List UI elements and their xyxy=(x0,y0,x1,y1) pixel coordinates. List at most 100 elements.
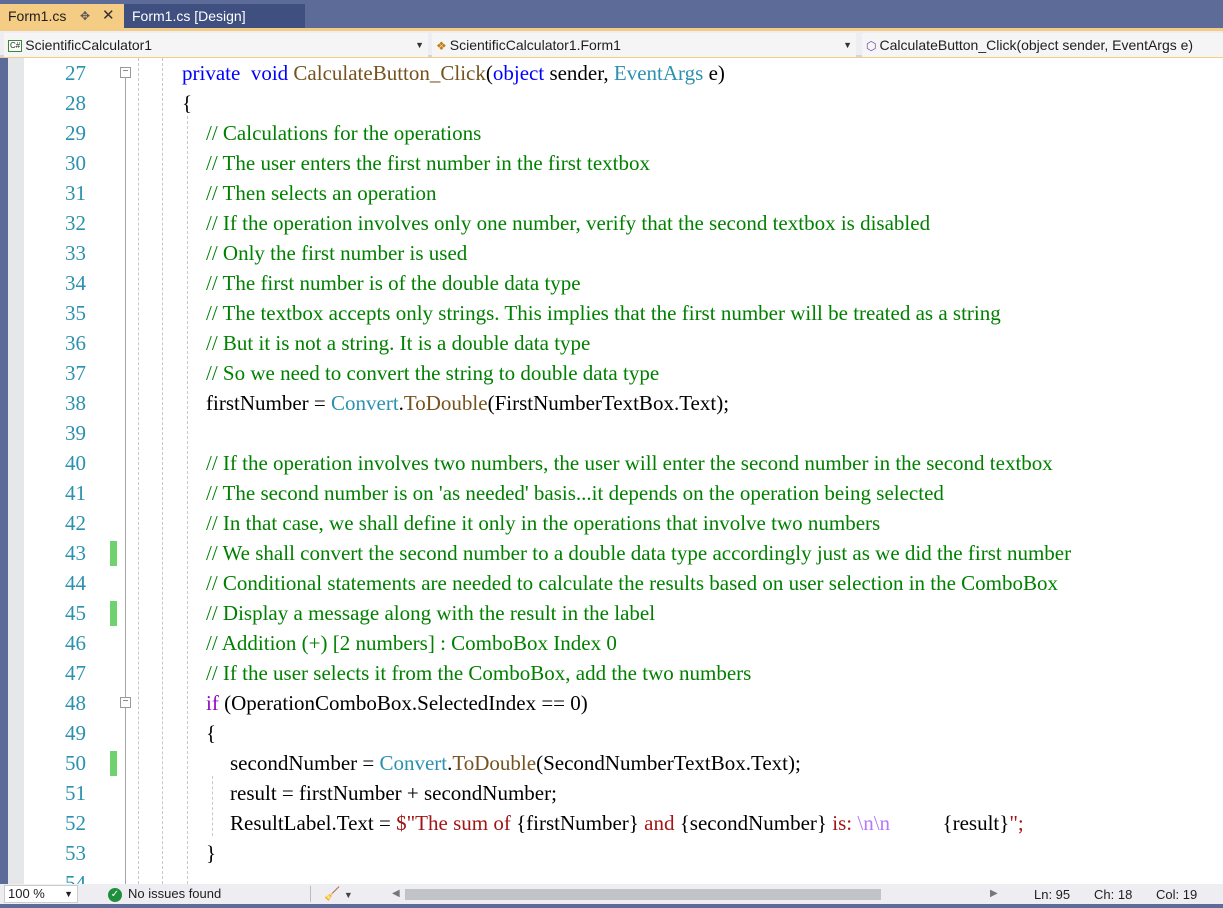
scroll-left-arrow[interactable]: ◀ xyxy=(392,884,400,904)
tab-form1-design[interactable]: Form1.cs [Design] xyxy=(124,4,305,28)
collapse-icon[interactable]: − xyxy=(120,697,131,708)
code-line[interactable]: 53} xyxy=(0,838,1223,868)
code-line[interactable]: 28 { xyxy=(0,88,1223,118)
line-number: 44 xyxy=(65,571,86,595)
code-token: {firstNumber} xyxy=(516,811,639,835)
code-token: $"The sum of xyxy=(396,811,517,835)
code-line[interactable]: 34 // The first number is of the double d… xyxy=(0,268,1223,298)
code-token: // The second number is on 'as needed' b… xyxy=(206,481,944,505)
code-line[interactable]: 27 − private void CalculateButton_Click(ob… xyxy=(0,58,1223,88)
code-line[interactable]: 49 { xyxy=(0,718,1223,748)
code-line[interactable]: 41 // The second number is on 'as needed'… xyxy=(0,478,1223,508)
code-token: {result} xyxy=(942,811,1010,835)
divider xyxy=(310,886,311,902)
code-line[interactable]: 52 ResultLabel.Text = $"The sum of {first… xyxy=(0,808,1223,838)
code-token: { xyxy=(182,91,193,115)
code-token: private xyxy=(182,61,241,85)
code-line[interactable]: 33 // Only the first number is used xyxy=(0,238,1223,268)
change-marker xyxy=(110,751,117,776)
member-label: CalculateButton_Click(object sender, Eve… xyxy=(879,37,1194,53)
line-number: 47 xyxy=(65,661,86,685)
code-line[interactable]: 39 xyxy=(0,418,1223,448)
project-dropdown[interactable]: C# ScientificCalculator1 ▼ xyxy=(4,33,428,57)
pin-icon[interactable]: ✥ xyxy=(80,4,90,28)
code-line[interactable]: 50 secondNumber = Convert.ToDouble(Second… xyxy=(0,748,1223,778)
issues-indicator[interactable]: ✓ No issues found xyxy=(108,884,221,904)
code-text: { xyxy=(206,718,216,748)
code-token: // In that case, we shall define it only… xyxy=(206,511,881,535)
code-line[interactable]: 42 // In that case, we shall define it on… xyxy=(0,508,1223,538)
navigation-bar: C# ScientificCalculator1 ▼ ❖ ScientificCal… xyxy=(0,28,1223,58)
code-line[interactable]: 38 firstNumber = Convert.ToDouble(FirstNu… xyxy=(0,388,1223,418)
line-number: 41 xyxy=(65,481,86,505)
code-token: // If the user selects it from the Combo… xyxy=(206,661,752,685)
code-line[interactable]: 30 // The user enters the first number in… xyxy=(0,148,1223,178)
chevron-down-icon: ▼ xyxy=(843,40,852,50)
csharp-project-icon: C# xyxy=(8,40,23,53)
code-token: e) xyxy=(703,61,725,85)
line-number: 43 xyxy=(65,541,86,565)
project-label: ScientificCalculator1 xyxy=(25,37,153,53)
close-icon[interactable]: ✕ xyxy=(102,4,115,28)
code-text: // The textbox accepts only strings. Thi… xyxy=(206,298,1001,328)
tab-form1-cs[interactable]: Form1.cs ✥ ✕ xyxy=(0,4,124,28)
line-number: 48 xyxy=(65,691,86,715)
code-line[interactable]: 51 result = firstNumber + secondNumber; xyxy=(0,778,1223,808)
member-dropdown[interactable]: ⬡ CalculateButton_Click(object sender, Ev… xyxy=(862,33,1223,57)
code-line[interactable]: 44 // Conditional statements are needed t… xyxy=(0,568,1223,598)
code-token: (OperationComboBox.SelectedIndex == 0) xyxy=(218,691,588,715)
code-text: firstNumber = Convert.ToDouble(FirstNumb… xyxy=(206,388,729,418)
line-number: 45 xyxy=(65,601,86,625)
chevron-down-icon: ▼ xyxy=(64,889,73,899)
code-cleanup-button[interactable]: 🧹 ▼ xyxy=(324,884,353,905)
tab-label: Form1.cs xyxy=(8,8,67,24)
code-line[interactable]: 45 // Display a message along with the re… xyxy=(0,598,1223,628)
code-text: // Conditional statements are needed to … xyxy=(206,568,1058,598)
class-label: ScientificCalculator1.Form1 xyxy=(449,37,621,53)
line-number: 49 xyxy=(65,721,86,745)
chevron-down-icon: ▼ xyxy=(415,40,424,50)
code-text: // If the operation involves only one nu… xyxy=(206,208,930,238)
code-line[interactable]: 35 // The textbox accepts only strings. T… xyxy=(0,298,1223,328)
code-token: and xyxy=(638,811,680,835)
code-line[interactable]: 37 // So we need to convert the string to… xyxy=(0,358,1223,388)
code-line[interactable]: 46 // Addition (+) [2 numbers] : ComboBox… xyxy=(0,628,1223,658)
char-status: Ch: 18 xyxy=(1094,887,1133,902)
code-token: object xyxy=(492,61,545,85)
code-line[interactable]: 48 − if (OperationComboBox.SelectedIndex =… xyxy=(0,688,1223,718)
code-token: ( xyxy=(485,61,493,85)
code-editor[interactable]: 27 − private void CalculateButton_Click(ob… xyxy=(0,58,1223,884)
code-line[interactable]: 32 // If the operation involves only one … xyxy=(0,208,1223,238)
code-line[interactable]: 43 // We shall convert the second number … xyxy=(0,538,1223,568)
code-text: // The second number is on 'as needed' b… xyxy=(206,478,944,508)
code-text: } xyxy=(206,838,216,868)
code-text: // Display a message along with the resu… xyxy=(206,598,655,628)
code-token: // Addition (+) [2 numbers] : ComboBox I… xyxy=(206,631,617,655)
code-line[interactable]: 47 // If the user selects it from the Com… xyxy=(0,658,1223,688)
collapse-icon[interactable]: − xyxy=(120,67,131,78)
code-line[interactable]: 29 // Calculations for the operations xyxy=(0,118,1223,148)
issues-text: No issues found xyxy=(128,886,222,901)
code-text: // Addition (+) [2 numbers] : ComboBox I… xyxy=(206,628,617,658)
code-text: // We shall convert the second number to… xyxy=(206,538,1071,568)
code-token: {secondNumber} xyxy=(679,811,828,835)
code-token: // The user enters the first number in t… xyxy=(206,151,651,175)
line-number: 46 xyxy=(65,631,86,655)
code-line[interactable]: 31 // Then selects an operation xyxy=(0,178,1223,208)
horizontal-scrollbar-thumb[interactable] xyxy=(405,889,881,900)
zoom-level-dropdown[interactable]: 100 % ▼ xyxy=(4,885,78,903)
code-line[interactable]: 36 // But it is not a string. It is a dou… xyxy=(0,328,1223,358)
code-text: // Calculations for the operations xyxy=(206,118,481,148)
class-dropdown[interactable]: ❖ ScientificCalculator1.Form1 ▼ xyxy=(432,33,856,57)
code-token: if xyxy=(206,691,219,715)
code-token: (SecondNumberTextBox.Text); xyxy=(536,751,801,775)
code-text: // The user enters the first number in t… xyxy=(206,148,650,178)
code-line[interactable]: 54 xyxy=(0,868,1223,884)
code-token: sender, xyxy=(544,61,614,85)
code-token: { xyxy=(206,721,217,745)
code-token: // We shall convert the second number to… xyxy=(206,541,1072,565)
line-number: 28 xyxy=(65,91,86,115)
status-bar: 100 % ▼ ✓ No issues found 🧹 ▼ ◀ ▶ Ln: 95 … xyxy=(0,884,1223,904)
code-line[interactable]: 40 // If the operation involves two numbe… xyxy=(0,448,1223,478)
scroll-right-arrow[interactable]: ▶ xyxy=(990,884,998,904)
